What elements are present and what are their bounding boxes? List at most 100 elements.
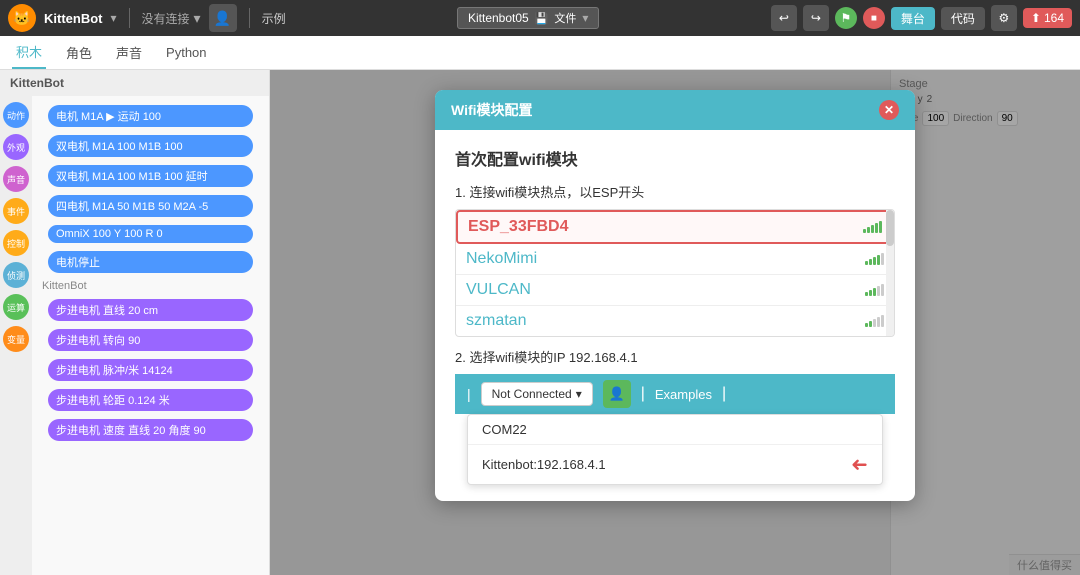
file-save-icon: 💾: [535, 12, 549, 25]
dialog-body: 首次配置wifi模块 1. 连接wifi模块热点，以ESP开头 ESP_33FB…: [435, 130, 915, 501]
dropdown-chevron: ▾: [576, 387, 582, 401]
section-events[interactable]: 事件: [3, 198, 29, 224]
section-sound[interactable]: 声音: [3, 166, 29, 192]
section-nav: 动作 外观 声音 事件 控制 侦测 运算 变量: [0, 96, 32, 575]
dropdown-item-label-0: COM22: [482, 422, 527, 437]
left-sidebar: KittenBot 动作 外观 声音 事件 控制 侦测 运算 变量 电机 M1A…: [0, 70, 270, 575]
brand-name: KittenBot: [44, 11, 103, 26]
wifi-name-1: NekoMimi: [466, 250, 537, 268]
section-control[interactable]: 控制: [3, 230, 29, 256]
top-bar: 🐱 KittenBot ▾ 没有连接 ▾ 👤 示例 Kittenbot05 💾 …: [0, 0, 1080, 36]
block-label-8: 步进电机 脉冲/米 14124: [48, 359, 253, 381]
user-icon[interactable]: 👤: [209, 4, 237, 32]
main-area: KittenBot 动作 外观 声音 事件 控制 侦测 运算 变量 电机 M1A…: [0, 70, 1080, 575]
dialog-step1: 1. 连接wifi模块热点，以ESP开头: [455, 182, 895, 201]
block-stepper-turn[interactable]: 步进电机 转向 90: [42, 326, 259, 354]
upload-count: 164: [1044, 11, 1064, 25]
examples-btn[interactable]: 示例: [262, 10, 286, 27]
file-menu-label: 文件: [554, 10, 576, 26]
connection-bar: | Not Connected ▾ 👤 | Examples |: [455, 374, 895, 414]
run-btn[interactable]: ⚑: [835, 7, 857, 29]
upload-btn[interactable]: ⬆ 164: [1023, 8, 1072, 28]
section-sound-label: 声音: [7, 173, 25, 186]
code-btn[interactable]: 代码: [941, 7, 985, 30]
block-stepper-speed[interactable]: 步进电机 速度 直线 20 角度 90: [42, 416, 259, 444]
section-vars[interactable]: 变量: [3, 326, 29, 352]
upload-icon: ⬆: [1031, 11, 1041, 25]
wifi-name-0: ESP_33FBD4: [468, 218, 569, 236]
signal-bar: [863, 229, 866, 233]
wifi-signal-2: [865, 284, 884, 296]
dialog-close-btn[interactable]: ✕: [879, 100, 899, 120]
scrollbar-thumb[interactable]: [886, 210, 894, 246]
dialog-heading: 首次配置wifi模块: [455, 146, 895, 170]
red-arrow-icon: ➜: [851, 452, 868, 477]
top-bar-right: ↩ ↪ ⚑ ■ 舞台 代码 ⚙ ⬆ 164: [771, 5, 1072, 31]
block-motor-stop[interactable]: 电机停止: [42, 248, 259, 276]
second-bar: 积木 角色 声音 Python: [0, 36, 1080, 70]
filename: Kittenbot05: [468, 11, 529, 25]
section-sensing[interactable]: 侦测: [3, 262, 29, 288]
wifi-item-0[interactable]: ESP_33FBD4: [456, 210, 894, 244]
tab-sound[interactable]: 声音: [112, 37, 146, 68]
dropdown-item-0[interactable]: COM22: [468, 415, 882, 445]
filename-box[interactable]: Kittenbot05 💾 文件 ▾: [457, 7, 599, 29]
block-omnix[interactable]: OmniX 100 Y 100 R 0: [42, 222, 259, 246]
dropdown-popup: COM22 Kittenbot:192.168.4.1 ➜: [467, 414, 883, 485]
section-label-kitten: KittenBot: [34, 278, 267, 294]
signal-bar: [871, 225, 874, 233]
block-quad-motor[interactable]: 四电机 M1A 50 M1B 50 M2A -5: [42, 192, 259, 220]
redo-btn[interactable]: ↪: [803, 5, 829, 31]
tab-roles[interactable]: 角色: [62, 37, 96, 68]
block-label-5: 电机停止: [48, 251, 253, 273]
block-label-1: 双电机 M1A 100 M1B 100: [48, 135, 253, 157]
block-label-6: 步进电机 直线 20 cm: [48, 299, 253, 321]
wifi-item-1[interactable]: NekoMimi: [456, 244, 894, 275]
scrollbar-track: [886, 210, 894, 336]
block-label-10: 步进电机 速度 直线 20 角度 90: [48, 419, 253, 441]
connection-status[interactable]: 没有连接 ▾: [142, 10, 201, 27]
dropdown-item-1[interactable]: Kittenbot:192.168.4.1 ➜: [468, 445, 882, 484]
block-label-4: OmniX 100 Y 100 R 0: [48, 225, 253, 243]
wifi-signal-3: [865, 315, 884, 327]
block-stepper-line[interactable]: 步进电机 直线 20 cm: [42, 296, 259, 324]
block-dual-motor-2[interactable]: 双电机 M1A 100 M1B 100 延时: [42, 162, 259, 190]
divider: [129, 8, 130, 28]
block-dual-motor-1[interactable]: 双电机 M1A 100 M1B 100: [42, 132, 259, 160]
tab-python[interactable]: Python: [162, 39, 210, 66]
section-sensing-label: 侦测: [7, 269, 25, 282]
section-appearance[interactable]: 外观: [3, 134, 29, 160]
examples-text[interactable]: Examples: [655, 387, 712, 402]
stage-btn[interactable]: 舞台: [891, 7, 935, 30]
signal-bar: [867, 227, 870, 233]
block-label-0: 电机 M1A ▶ 运动 100: [48, 105, 253, 127]
section-action[interactable]: 动作: [3, 102, 29, 128]
wifi-dialog: Wifi模块配置 ✕ 首次配置wifi模块 1. 连接wifi模块热点，以ESP…: [435, 90, 915, 501]
connect-icon-btn[interactable]: 👤: [603, 380, 631, 408]
stage-area: 🐱 Stage x 2 y 2 Size 100 Direction 90 W: [270, 70, 1080, 575]
section-control-label: 控制: [7, 237, 25, 250]
wifi-item-2[interactable]: VULCAN: [456, 275, 894, 306]
wifi-list-container: ESP_33FBD4 NekoMimi: [455, 209, 895, 337]
blocks-list: 电机 M1A ▶ 运动 100 双电机 M1A 100 M1B 100 双电机 …: [32, 96, 269, 575]
section-ops[interactable]: 运算: [3, 294, 29, 320]
signal-bar: [875, 223, 878, 233]
wifi-name-3: szmatan: [466, 312, 526, 330]
dialog-step2: 2. 选择wifi模块的IP 192.168.4.1: [455, 347, 895, 366]
wifi-item-3[interactable]: szmatan: [456, 306, 894, 336]
dialog-overlay: Wifi模块配置 ✕ 首次配置wifi模块 1. 连接wifi模块热点，以ESP…: [270, 70, 1080, 575]
app-logo: 🐱: [8, 4, 36, 32]
block-stepper-pulse[interactable]: 步进电机 脉冲/米 14124: [42, 356, 259, 384]
bar-divider: |: [467, 386, 471, 402]
undo-btn[interactable]: ↩: [771, 5, 797, 31]
not-connected-dropdown[interactable]: Not Connected ▾: [481, 382, 593, 406]
section-events-label: 事件: [7, 205, 25, 218]
block-stepper-dist[interactable]: 步进电机 轮距 0.124 米: [42, 386, 259, 414]
wifi-signal-1: [865, 253, 884, 265]
stop-btn[interactable]: ■: [863, 7, 885, 29]
tab-blocks[interactable]: 积木: [12, 36, 46, 69]
block-label-7: 步进电机 转向 90: [48, 329, 253, 351]
settings-btn[interactable]: ⚙: [991, 5, 1017, 31]
block-motor-m1a[interactable]: 电机 M1A ▶ 运动 100: [42, 102, 259, 130]
section-vars-label: 变量: [7, 333, 25, 346]
